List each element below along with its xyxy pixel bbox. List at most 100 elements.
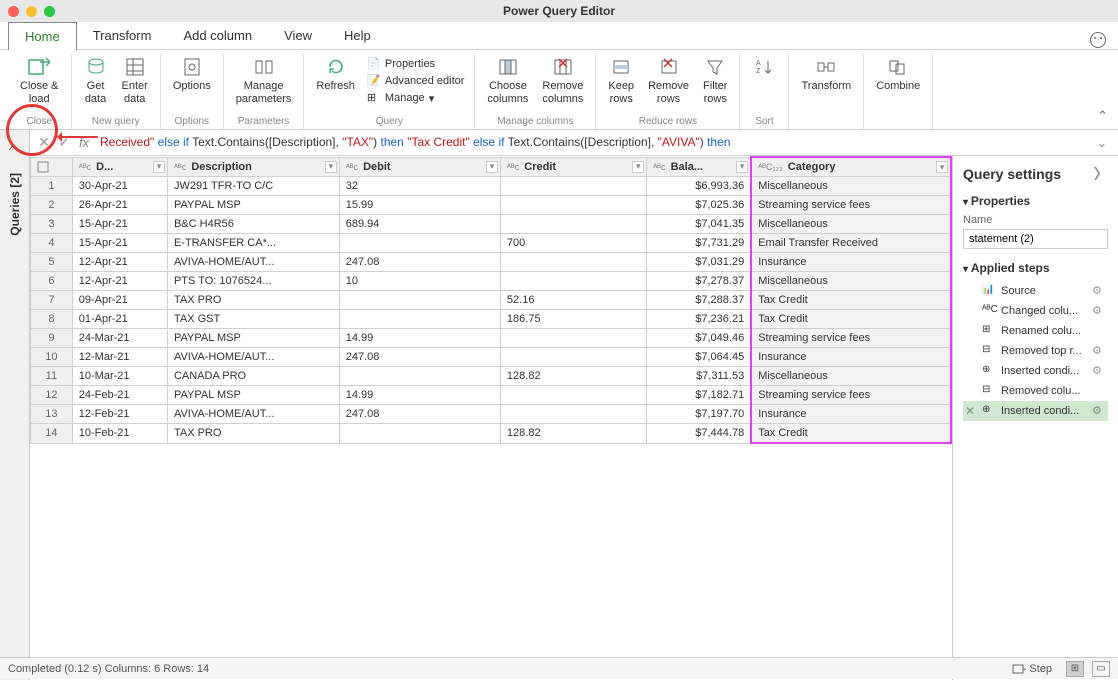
table-cell[interactable]: Streaming service fees bbox=[751, 196, 951, 215]
table-cell[interactable]: TAX PRO bbox=[167, 424, 339, 444]
table-cell[interactable] bbox=[500, 215, 646, 234]
get-data-button[interactable]: Get data bbox=[78, 54, 114, 108]
table-cell[interactable]: Insurance bbox=[751, 253, 951, 272]
combine-button[interactable]: Combine bbox=[870, 54, 926, 95]
formula-cancel-icon[interactable]: ✕ bbox=[34, 133, 54, 153]
ribbon-collapse-icon[interactable]: ⌃ bbox=[1097, 108, 1108, 124]
column-filter-icon[interactable]: ▾ bbox=[486, 161, 498, 173]
column-header[interactable]: ᴬᴮc D...▾ bbox=[72, 157, 167, 177]
table-cell[interactable] bbox=[500, 272, 646, 291]
table-cell[interactable]: TAX GST bbox=[167, 310, 339, 329]
table-cell[interactable] bbox=[500, 405, 646, 424]
settings-expand-icon[interactable]: 〉 bbox=[1094, 164, 1108, 184]
tab-add-column[interactable]: Add column bbox=[167, 22, 268, 49]
remove-columns-button[interactable]: Remove columns bbox=[536, 54, 589, 108]
table-cell[interactable]: 247.08 bbox=[339, 405, 500, 424]
table-cell[interactable]: AVIVA-HOME/AUT... bbox=[167, 348, 339, 367]
row-number[interactable]: 9 bbox=[31, 329, 73, 348]
column-header[interactable]: ᴬᴮc Credit▾ bbox=[500, 157, 646, 177]
row-number[interactable]: 4 bbox=[31, 234, 73, 253]
tab-view[interactable]: View bbox=[268, 22, 328, 49]
row-number[interactable]: 7 bbox=[31, 291, 73, 310]
table-cell[interactable]: Insurance bbox=[751, 405, 951, 424]
table-cell[interactable]: 09-Apr-21 bbox=[72, 291, 167, 310]
table-cell[interactable]: PTS TO: 1076524... bbox=[167, 272, 339, 291]
grid-view-icon[interactable]: ⊞ bbox=[1066, 661, 1084, 677]
table-cell[interactable]: Tax Credit bbox=[751, 424, 951, 444]
queries-sidebar[interactable]: 〉 Queries [2] bbox=[0, 130, 30, 680]
transform-button[interactable]: Transform bbox=[795, 54, 857, 95]
table-cell[interactable]: $7,288.37 bbox=[647, 291, 751, 310]
table-cell[interactable]: $7,182.71 bbox=[647, 386, 751, 405]
applied-step[interactable]: ⊟Removed top r...⚙ bbox=[963, 341, 1108, 361]
refresh-button[interactable]: Refresh bbox=[310, 54, 361, 106]
close-window-icon[interactable] bbox=[8, 6, 19, 17]
table-cell[interactable] bbox=[339, 424, 500, 444]
table-cell[interactable]: Tax Credit bbox=[751, 310, 951, 329]
applied-step[interactable]: ⊞Renamed colu... bbox=[963, 321, 1108, 341]
table-cell[interactable]: AVIVA-HOME/AUT... bbox=[167, 253, 339, 272]
table-cell[interactable]: 12-Apr-21 bbox=[72, 253, 167, 272]
zoom-window-icon[interactable] bbox=[44, 6, 55, 17]
table-cell[interactable]: $7,731.29 bbox=[647, 234, 751, 253]
table-cell[interactable]: CANADA PRO bbox=[167, 367, 339, 386]
applied-steps-section[interactable]: Applied steps bbox=[963, 261, 1108, 275]
table-cell[interactable]: 52.16 bbox=[500, 291, 646, 310]
table-cell[interactable]: 14.99 bbox=[339, 329, 500, 348]
table-cell[interactable] bbox=[500, 196, 646, 215]
row-number[interactable]: 6 bbox=[31, 272, 73, 291]
table-cell[interactable] bbox=[500, 253, 646, 272]
enter-data-button[interactable]: Enter data bbox=[116, 54, 154, 108]
row-number[interactable]: 8 bbox=[31, 310, 73, 329]
table-cell[interactable]: 10 bbox=[339, 272, 500, 291]
gear-icon[interactable]: ⚙ bbox=[1092, 404, 1106, 418]
feedback-icon[interactable] bbox=[1090, 32, 1106, 48]
properties-section[interactable]: Properties bbox=[963, 194, 1108, 208]
column-header[interactable]: ᴬᴮc Description▾ bbox=[167, 157, 339, 177]
minimize-window-icon[interactable] bbox=[26, 6, 37, 17]
filter-rows-button[interactable]: Filter rows bbox=[697, 54, 733, 108]
table-cell[interactable]: 26-Apr-21 bbox=[72, 196, 167, 215]
table-cell[interactable] bbox=[500, 177, 646, 196]
select-all-cell[interactable] bbox=[31, 157, 73, 177]
tab-transform[interactable]: Transform bbox=[77, 22, 168, 49]
table-cell[interactable]: Email Transfer Received bbox=[751, 234, 951, 253]
manage-button[interactable]: ⊞Manage ▾ bbox=[363, 90, 469, 106]
table-cell[interactable]: Miscellaneous bbox=[751, 367, 951, 386]
step-button[interactable]: Step bbox=[1006, 660, 1058, 678]
table-cell[interactable]: PAYPAL MSP bbox=[167, 386, 339, 405]
table-cell[interactable]: PAYPAL MSP bbox=[167, 196, 339, 215]
table-cell[interactable]: 10-Mar-21 bbox=[72, 367, 167, 386]
table-cell[interactable]: AVIVA-HOME/AUT... bbox=[167, 405, 339, 424]
table-cell[interactable]: 128.82 bbox=[500, 367, 646, 386]
query-name-input[interactable] bbox=[963, 229, 1108, 249]
row-number[interactable]: 2 bbox=[31, 196, 73, 215]
data-grid[interactable]: ᴬᴮc D...▾ᴬᴮc Description▾ᴬᴮc Debit▾ᴬᴮc C… bbox=[30, 156, 952, 680]
row-number[interactable]: 10 bbox=[31, 348, 73, 367]
table-cell[interactable]: PAYPAL MSP bbox=[167, 329, 339, 348]
advanced-editor-button[interactable]: 📝Advanced editor bbox=[363, 73, 469, 89]
column-filter-icon[interactable]: ▾ bbox=[936, 161, 948, 173]
table-cell[interactable] bbox=[339, 291, 500, 310]
table-cell[interactable]: Miscellaneous bbox=[751, 215, 951, 234]
expand-queries-icon[interactable]: 〉 bbox=[8, 136, 20, 153]
gear-icon[interactable]: ⚙ bbox=[1092, 304, 1106, 318]
close-load-button[interactable]: Close & load bbox=[14, 54, 65, 108]
table-cell[interactable]: $7,197.70 bbox=[647, 405, 751, 424]
keep-rows-button[interactable]: Keep rows bbox=[602, 54, 640, 108]
table-cell[interactable]: 30-Apr-21 bbox=[72, 177, 167, 196]
table-cell[interactable] bbox=[500, 329, 646, 348]
table-cell[interactable]: 01-Apr-21 bbox=[72, 310, 167, 329]
choose-columns-button[interactable]: Choose columns bbox=[481, 54, 534, 108]
table-cell[interactable]: $7,064.45 bbox=[647, 348, 751, 367]
table-cell[interactable] bbox=[500, 386, 646, 405]
column-header[interactable]: ᴬᴮc Debit▾ bbox=[339, 157, 500, 177]
sort-button[interactable]: AZ bbox=[746, 54, 782, 82]
table-cell[interactable] bbox=[339, 367, 500, 386]
table-cell[interactable] bbox=[339, 234, 500, 253]
table-cell[interactable]: TAX PRO bbox=[167, 291, 339, 310]
table-cell[interactable]: 700 bbox=[500, 234, 646, 253]
applied-step[interactable]: ⊕Inserted condi...⚙ bbox=[963, 361, 1108, 381]
table-cell[interactable]: 32 bbox=[339, 177, 500, 196]
table-cell[interactable]: 186.75 bbox=[500, 310, 646, 329]
